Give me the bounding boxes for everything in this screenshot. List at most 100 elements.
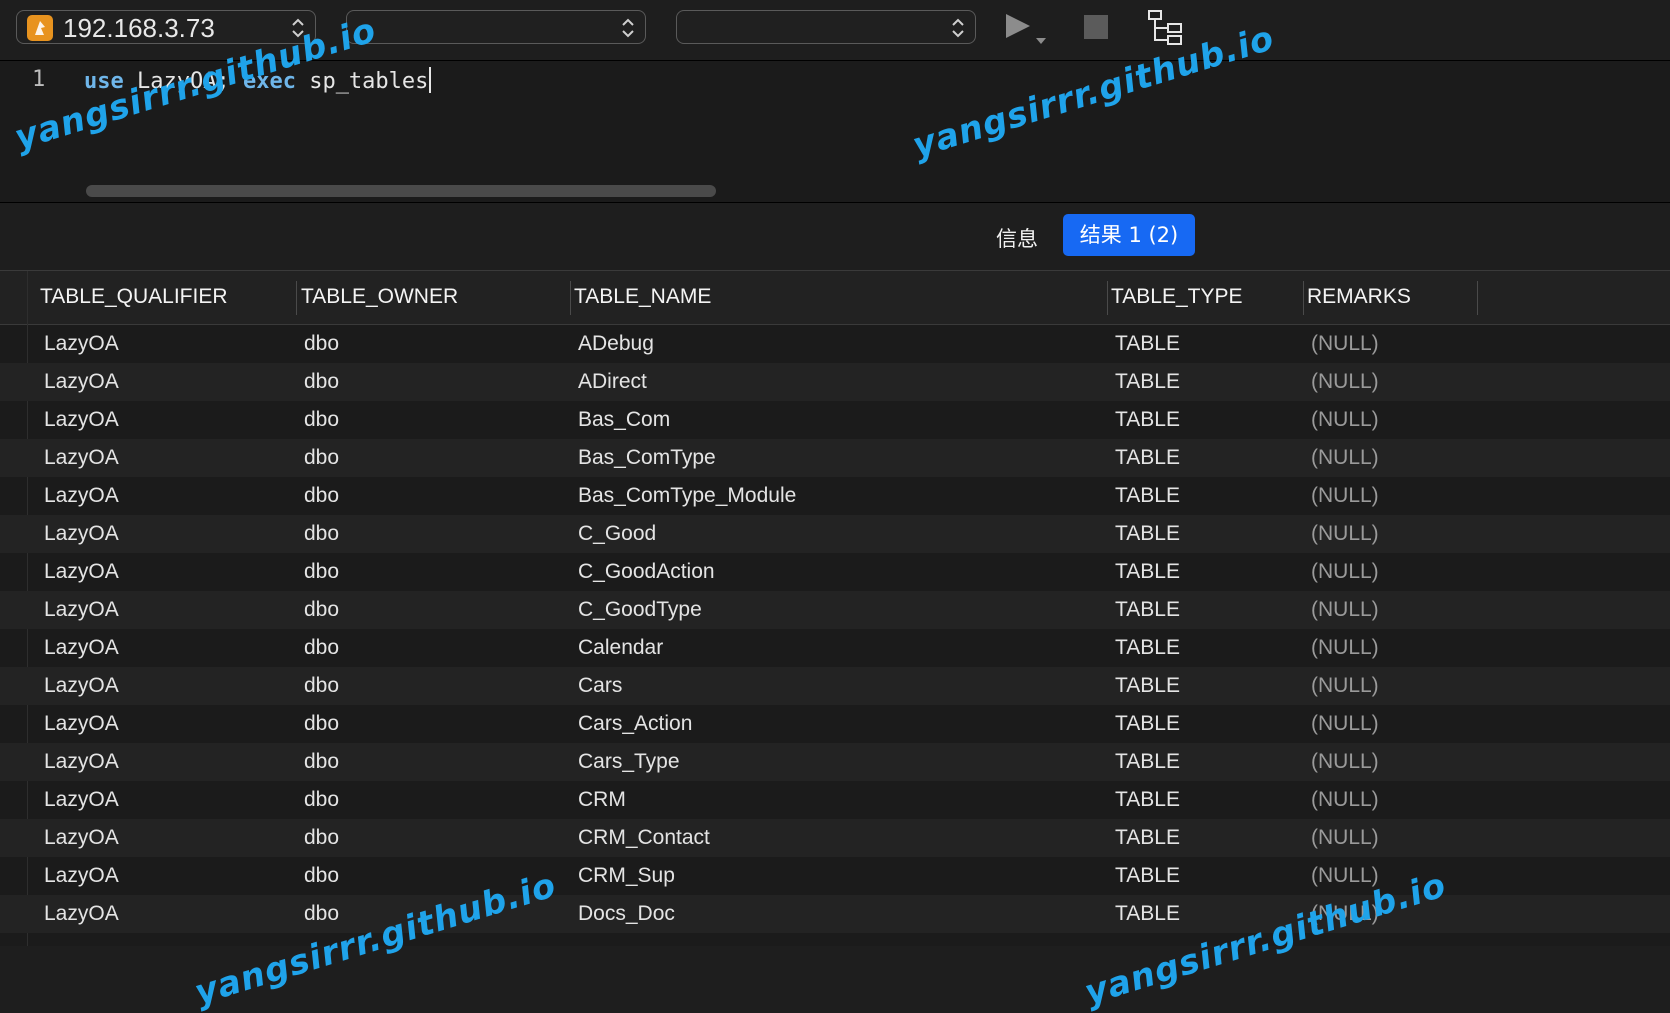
cell-table-name[interactable]: ADebug <box>578 332 654 356</box>
cell-table-qualifier[interactable]: LazyOA <box>44 750 119 774</box>
cell-remarks[interactable]: (NULL) <box>1311 370 1379 394</box>
cell-table-name[interactable]: CRM_Sup <box>578 864 675 888</box>
table-row[interactable]: LazyOA dbo Cars_Type TABLE (NULL) <box>0 743 1670 781</box>
cell-table-qualifier[interactable]: LazyOA <box>44 332 119 356</box>
cell-table-name[interactable]: CRM_Contact <box>578 826 710 850</box>
table-row[interactable]: LazyOA dbo CRM_Contact TABLE (NULL) <box>0 819 1670 857</box>
cell-table-type[interactable]: TABLE <box>1115 332 1180 356</box>
cell-remarks[interactable]: (NULL) <box>1311 788 1379 812</box>
column-divider[interactable] <box>1303 281 1304 315</box>
table-row[interactable]: LazyOA dbo Docs_Doc TABLE (NULL) <box>0 895 1670 933</box>
cell-table-name[interactable]: Bas_ComType_Module <box>578 484 796 508</box>
column-header-table-owner[interactable]: TABLE_OWNER <box>301 285 458 309</box>
cell-table-qualifier[interactable]: LazyOA <box>44 484 119 508</box>
column-divider[interactable] <box>1107 281 1108 315</box>
cell-table-type[interactable]: TABLE <box>1115 826 1180 850</box>
cell-table-qualifier[interactable]: LazyOA <box>44 902 119 926</box>
stop-button[interactable] <box>1083 14 1109 40</box>
schema-select[interactable] <box>676 10 976 44</box>
explain-button[interactable] <box>1146 8 1186 48</box>
cell-table-type[interactable]: TABLE <box>1115 674 1180 698</box>
connection-select[interactable]: 192.168.3.73 <box>16 10 316 44</box>
table-row[interactable]: LazyOA dbo Calendar TABLE (NULL) <box>0 629 1670 667</box>
sql-code[interactable]: use LazyOA; exec sp_tables <box>84 67 432 94</box>
cell-table-owner[interactable]: dbo <box>304 332 339 356</box>
column-header-remarks[interactable]: REMARKS <box>1307 285 1411 309</box>
table-row[interactable]: LazyOA dbo C_GoodAction TABLE (NULL) <box>0 553 1670 591</box>
cell-table-owner[interactable]: dbo <box>304 788 339 812</box>
cell-table-type[interactable]: TABLE <box>1115 522 1180 546</box>
cell-remarks[interactable]: (NULL) <box>1311 484 1379 508</box>
cell-remarks[interactable]: (NULL) <box>1311 712 1379 736</box>
result-grid[interactable]: TABLE_QUALIFIER TABLE_OWNER TABLE_NAME T… <box>0 271 1670 946</box>
sql-editor[interactable]: 1 use LazyOA; exec sp_tables <box>0 61 1670 204</box>
cell-remarks[interactable]: (NULL) <box>1311 864 1379 888</box>
cell-table-qualifier[interactable]: LazyOA <box>44 446 119 470</box>
column-header-table-type[interactable]: TABLE_TYPE <box>1111 285 1243 309</box>
cell-table-qualifier[interactable]: LazyOA <box>44 864 119 888</box>
cell-remarks[interactable]: (NULL) <box>1311 636 1379 660</box>
cell-table-qualifier[interactable]: LazyOA <box>44 408 119 432</box>
tab-info[interactable]: 信息 <box>996 223 1038 253</box>
cell-remarks[interactable]: (NULL) <box>1311 674 1379 698</box>
table-row[interactable]: LazyOA dbo C_GoodType TABLE (NULL) <box>0 591 1670 629</box>
cell-table-type[interactable]: TABLE <box>1115 902 1180 926</box>
cell-table-qualifier[interactable]: LazyOA <box>44 712 119 736</box>
cell-table-type[interactable]: TABLE <box>1115 788 1180 812</box>
cell-remarks[interactable]: (NULL) <box>1311 826 1379 850</box>
cell-table-owner[interactable]: dbo <box>304 750 339 774</box>
column-header-table-name[interactable]: TABLE_NAME <box>574 285 711 309</box>
cell-table-qualifier[interactable]: LazyOA <box>44 674 119 698</box>
cell-table-qualifier[interactable]: LazyOA <box>44 636 119 660</box>
cell-table-name[interactable]: Cars_Type <box>578 750 680 774</box>
cell-remarks[interactable]: (NULL) <box>1311 598 1379 622</box>
column-divider[interactable] <box>570 281 571 315</box>
cell-table-name[interactable]: ADirect <box>578 370 647 394</box>
cell-table-name[interactable]: Cars <box>578 674 622 698</box>
cell-remarks[interactable]: (NULL) <box>1311 750 1379 774</box>
cell-remarks[interactable]: (NULL) <box>1311 446 1379 470</box>
cell-table-owner[interactable]: dbo <box>304 522 339 546</box>
cell-table-owner[interactable]: dbo <box>304 598 339 622</box>
cell-table-owner[interactable]: dbo <box>304 446 339 470</box>
cell-table-owner[interactable]: dbo <box>304 636 339 660</box>
cell-remarks[interactable]: (NULL) <box>1311 902 1379 926</box>
cell-remarks[interactable]: (NULL) <box>1311 332 1379 356</box>
column-divider[interactable] <box>1477 281 1478 315</box>
cell-table-owner[interactable]: dbo <box>304 674 339 698</box>
column-header-table-qualifier[interactable]: TABLE_QUALIFIER <box>40 285 228 309</box>
cell-table-name[interactable]: C_GoodType <box>578 598 702 622</box>
tab-result-1[interactable]: 结果 1 (2) <box>1063 214 1195 256</box>
cell-table-owner[interactable]: dbo <box>304 712 339 736</box>
cell-table-qualifier[interactable]: LazyOA <box>44 522 119 546</box>
horizontal-scrollbar[interactable] <box>86 185 716 197</box>
table-row[interactable]: LazyOA dbo ADirect TABLE (NULL) <box>0 363 1670 401</box>
cell-table-name[interactable]: CRM <box>578 788 626 812</box>
table-row[interactable]: LazyOA dbo Bas_Com TABLE (NULL) <box>0 401 1670 439</box>
database-select[interactable] <box>346 10 646 44</box>
table-row[interactable]: LazyOA dbo ADebug TABLE (NULL) <box>0 325 1670 363</box>
cell-table-owner[interactable]: dbo <box>304 560 339 584</box>
cell-table-name[interactable]: Docs_Doc <box>578 902 675 926</box>
table-row[interactable]: LazyOA dbo Bas_ComType_Module TABLE (NULL) <box>0 477 1670 515</box>
cell-table-type[interactable]: TABLE <box>1115 750 1180 774</box>
cell-table-qualifier[interactable]: LazyOA <box>44 826 119 850</box>
run-button[interactable] <box>1004 10 1050 46</box>
cell-table-qualifier[interactable]: LazyOA <box>44 370 119 394</box>
cell-remarks[interactable]: (NULL) <box>1311 560 1379 584</box>
cell-table-type[interactable]: TABLE <box>1115 446 1180 470</box>
table-row[interactable]: LazyOA dbo C_Good TABLE (NULL) <box>0 515 1670 553</box>
cell-table-qualifier[interactable]: LazyOA <box>44 598 119 622</box>
cell-table-owner[interactable]: dbo <box>304 826 339 850</box>
table-row[interactable]: LazyOA dbo Cars_Action TABLE (NULL) <box>0 705 1670 743</box>
cell-table-owner[interactable]: dbo <box>304 370 339 394</box>
cell-table-type[interactable]: TABLE <box>1115 636 1180 660</box>
cell-table-name[interactable]: C_Good <box>578 522 656 546</box>
cell-table-name[interactable]: Bas_Com <box>578 408 670 432</box>
table-row[interactable]: LazyOA dbo CRM_Sup TABLE (NULL) <box>0 857 1670 895</box>
table-row[interactable]: LazyOA dbo CRM TABLE (NULL) <box>0 781 1670 819</box>
cell-table-owner[interactable]: dbo <box>304 864 339 888</box>
cell-table-owner[interactable]: dbo <box>304 484 339 508</box>
cell-table-type[interactable]: TABLE <box>1115 560 1180 584</box>
cell-table-name[interactable]: Bas_ComType <box>578 446 716 470</box>
